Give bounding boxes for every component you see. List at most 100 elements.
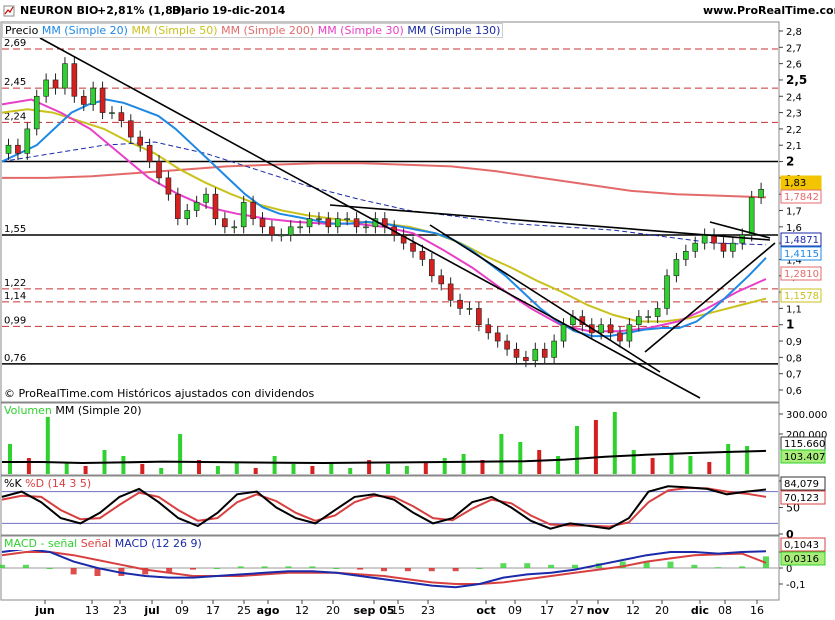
candle-body (278, 234, 285, 237)
candle-body (701, 234, 708, 244)
candle-body (560, 324, 567, 342)
candle-body (287, 226, 294, 236)
macd-histogram-bar (500, 563, 507, 568)
level-label: 0,76 (4, 353, 26, 364)
volume-ma-tag-text: 115.660 (784, 439, 825, 450)
price-tick-label: 2,6 (786, 60, 802, 71)
candle-body (466, 308, 473, 310)
level-label: 0,99 (4, 315, 26, 326)
candle-body (730, 242, 736, 252)
candle-body (43, 79, 49, 97)
volume-bar (575, 426, 579, 474)
macd-histogram-bar (715, 567, 722, 569)
chart-window: NEURON BIO +2,81% (1,83) Diario 19-dic-2… (0, 0, 835, 620)
legend-ma50: MM (Simple 50) (131, 24, 218, 37)
macd-histogram-bar (261, 566, 268, 568)
candle-body (635, 316, 642, 326)
candle-body (146, 144, 153, 162)
volume-bar (404, 466, 409, 474)
volume-bar (745, 446, 750, 474)
candle-body (410, 242, 416, 252)
volume-bar (121, 456, 126, 474)
candle-body (52, 79, 59, 89)
volume-bar (669, 454, 674, 474)
legend-signal: Señal (80, 537, 112, 550)
legend-stoch-k: %K (4, 477, 22, 490)
price-tick-label: 2,2 (786, 125, 802, 136)
date-tick-label: 25 (237, 604, 251, 617)
legend-ma30: MM (Simple 30) (317, 24, 404, 37)
volume-bar (612, 412, 617, 474)
legend-ma130: MM (Simple 130) (407, 24, 501, 37)
volume-bar (272, 456, 277, 474)
legend-volume-ma: MM (Simple 20) (55, 404, 142, 417)
candle-body (513, 348, 520, 358)
volume-bar (631, 450, 636, 474)
candle-body (748, 197, 755, 236)
price-value-tag-text: 1,2810 (784, 269, 819, 280)
volume-bar (215, 466, 220, 474)
macd-diff-tag-text: 0,0316 (784, 554, 819, 565)
copyright-note: © ProRealTime.com Históricos ajustados c… (4, 387, 315, 400)
candle-body (193, 202, 200, 211)
candle-body (109, 112, 115, 114)
candle-body (758, 188, 764, 198)
macd-histogram-bar (333, 568, 340, 569)
macd-histogram-bar (309, 566, 316, 568)
date-tick-label: 23 (421, 604, 435, 617)
candle-body (457, 299, 463, 309)
stoch-legend: %K %D (14 3 5) (2, 477, 94, 490)
date-tick-label: dic (691, 604, 709, 617)
candle-body (645, 316, 652, 318)
volume-bar (8, 444, 12, 474)
date-tick-label: 09 (508, 604, 522, 617)
price-legend: Precio MM (Simple 20) MM (Simple 50) MM … (2, 23, 504, 38)
macd-histogram-bar (46, 568, 53, 569)
volume-bar (650, 458, 655, 474)
volume-bar (178, 434, 183, 474)
volume-bar (159, 468, 164, 474)
macd-histogram-bar (572, 564, 578, 568)
volume-bar (726, 444, 731, 474)
legend-ma20: MM (Simple 20) (41, 24, 128, 37)
date-tick-label: 20 (655, 604, 669, 617)
candle-body (363, 226, 369, 229)
candle-body (71, 63, 78, 97)
candle-body (259, 218, 266, 228)
stoch-k-tag-text: 84,079 (784, 479, 819, 490)
price-tick-label: 2,1 (786, 141, 802, 152)
candle-body (5, 144, 12, 154)
candle-body (692, 242, 699, 252)
legend-ma200: MM (Simple 200) (221, 24, 315, 37)
macd-histogram-bar (22, 564, 29, 568)
candle-body (485, 324, 492, 334)
volume-tick-label: 300.000 (786, 410, 827, 421)
macd-histogram-bar (404, 568, 411, 572)
candle-body (504, 340, 510, 350)
candle-body (231, 226, 238, 229)
candle-body (673, 259, 680, 277)
volume-bar (442, 458, 447, 474)
candle-body (598, 324, 604, 334)
date-tick-label: jun (34, 604, 54, 617)
candle-body (184, 210, 191, 219)
level-label: 1,55 (4, 224, 26, 235)
candle-body (720, 242, 727, 252)
candle-body (90, 87, 96, 105)
date-tick-label: sep 05 (353, 604, 394, 617)
volume-bar (461, 454, 466, 474)
date-tick-label: 12 (295, 604, 309, 617)
candle-body (250, 202, 256, 219)
price-tick-label: 0,9 (786, 337, 802, 348)
volume-bar (83, 466, 88, 474)
price-tick-label: 0,8 (786, 353, 802, 364)
volume-bar (499, 434, 504, 474)
price-value-tag-text: 1,4115 (784, 249, 819, 260)
legend-macd-signal-diff: MACD - señal (4, 537, 78, 550)
volume-legend: Volumen MM (Simple 20) (2, 404, 144, 417)
candle-body (325, 218, 332, 228)
macd-histogram-bar (739, 566, 746, 568)
date-tick-label: oct (476, 604, 495, 617)
candle-body (654, 308, 661, 317)
volume-bar (26, 458, 31, 474)
